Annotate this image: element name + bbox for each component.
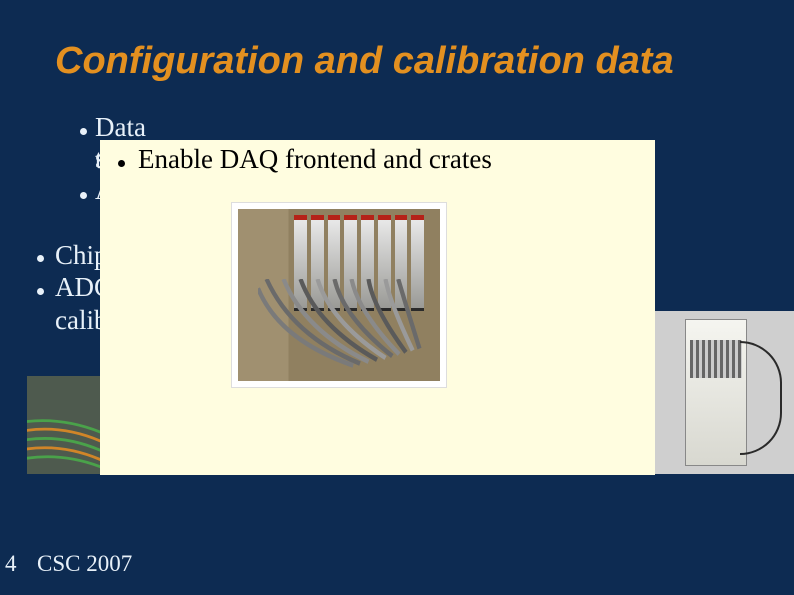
slide: Configuration and calibration data Data … [0, 0, 794, 595]
bullet-icon [37, 255, 44, 262]
rack-photo-right [655, 311, 794, 474]
slide-title: Configuration and calibration data [55, 40, 674, 83]
bullet-icon [80, 192, 87, 199]
bullet-icon [37, 288, 44, 295]
daq-crate-photo [232, 203, 446, 387]
page-number: 4 [5, 551, 17, 577]
overlay-text: Enable DAQ frontend and crates [138, 144, 492, 175]
footer-text: CSC 2007 [37, 551, 132, 577]
bullet-icon [80, 128, 87, 135]
cables-photo-left [27, 376, 100, 474]
bullet-icon [118, 160, 125, 167]
